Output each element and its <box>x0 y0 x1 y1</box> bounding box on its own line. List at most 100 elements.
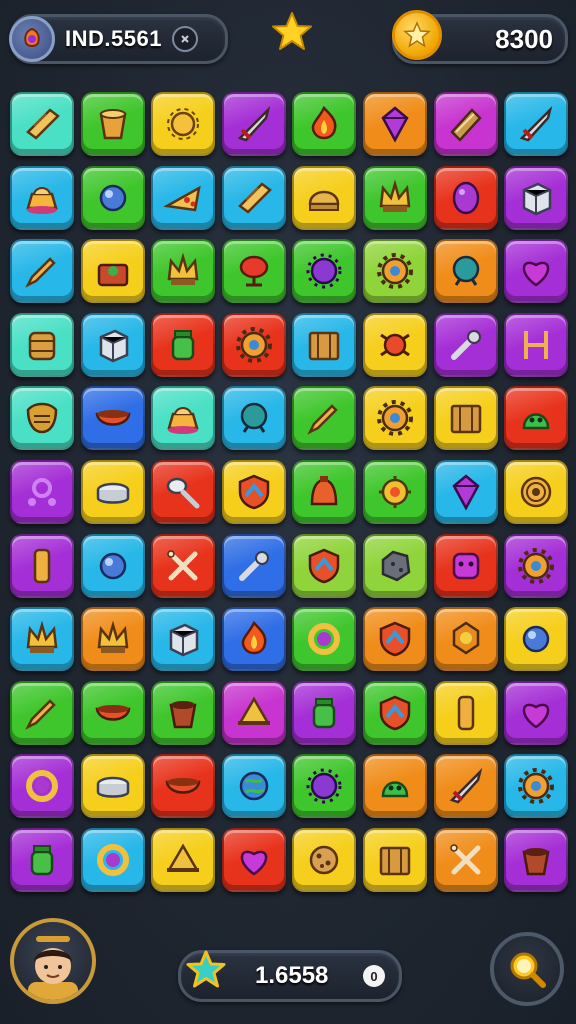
board-tile[interactable] <box>10 92 74 156</box>
board-tile[interactable] <box>151 459 216 524</box>
board-tile[interactable] <box>151 680 216 745</box>
board-tile[interactable] <box>10 680 74 745</box>
board-tile[interactable] <box>80 754 145 819</box>
board-tile[interactable] <box>362 459 427 524</box>
board-tile[interactable] <box>151 92 216 156</box>
board-tile[interactable] <box>151 312 216 377</box>
board-tile[interactable] <box>362 827 427 892</box>
board-tile[interactable] <box>80 312 145 377</box>
search-button[interactable] <box>490 932 564 1006</box>
board-tile[interactable] <box>151 239 216 304</box>
board-tile[interactable] <box>362 165 427 230</box>
board-tile[interactable] <box>433 607 498 672</box>
board-tile[interactable] <box>362 533 427 598</box>
board-tile[interactable] <box>80 680 145 745</box>
board-tile[interactable] <box>362 92 427 156</box>
board-tile[interactable] <box>80 386 145 451</box>
board-tile[interactable] <box>221 533 286 598</box>
board-tile[interactable] <box>292 239 357 304</box>
board-tile[interactable] <box>504 165 569 230</box>
board-tile[interactable] <box>80 239 145 304</box>
board-tile[interactable] <box>504 533 569 598</box>
board-tile[interactable] <box>292 827 357 892</box>
board-tile[interactable] <box>433 312 498 377</box>
board-tile[interactable] <box>504 92 569 156</box>
board-tile[interactable] <box>433 680 498 745</box>
gem-icon <box>451 474 480 511</box>
board-tile[interactable] <box>362 239 427 304</box>
board-tile[interactable] <box>433 459 498 524</box>
board-tile[interactable] <box>151 754 216 819</box>
board-tile[interactable] <box>221 92 286 156</box>
bucket-icon <box>99 109 127 140</box>
board-tile[interactable] <box>221 386 286 451</box>
sword-icon <box>519 105 553 142</box>
board-tile[interactable] <box>151 386 216 451</box>
board-tile[interactable] <box>221 827 286 892</box>
board-tile[interactable] <box>362 754 427 819</box>
board-tile[interactable] <box>292 459 357 524</box>
board-tile[interactable] <box>221 754 286 819</box>
board-tile[interactable] <box>80 165 145 230</box>
board-tile[interactable] <box>292 533 357 598</box>
board-tile[interactable] <box>292 165 357 230</box>
board-tile[interactable] <box>151 165 216 230</box>
board-tile[interactable] <box>433 386 498 451</box>
board-tile[interactable] <box>10 607 74 672</box>
board-tile[interactable] <box>151 827 216 892</box>
board-tile[interactable] <box>10 459 74 524</box>
board-tile[interactable] <box>10 165 74 230</box>
score-badge[interactable]: 0 <box>363 965 385 987</box>
board-tile[interactable] <box>433 92 498 156</box>
board-tile[interactable] <box>80 533 145 598</box>
crown-icon <box>97 620 128 654</box>
board-tile[interactable] <box>504 680 569 745</box>
board-tile[interactable] <box>221 165 286 230</box>
board-tile[interactable] <box>10 827 74 892</box>
crown-icon <box>379 179 411 212</box>
board-tile[interactable] <box>80 92 145 156</box>
board-tile[interactable] <box>504 827 569 892</box>
board-tile[interactable] <box>151 607 216 672</box>
player-avatar[interactable] <box>10 918 96 1004</box>
board-tile[interactable] <box>10 312 74 377</box>
board-tile[interactable] <box>221 459 286 524</box>
board-tile[interactable] <box>80 607 145 672</box>
board-tile[interactable] <box>362 607 427 672</box>
swirl-icon <box>28 477 56 506</box>
board-tile[interactable] <box>504 607 569 672</box>
board-tile[interactable] <box>10 386 74 451</box>
board-tile[interactable] <box>433 165 498 230</box>
board-tile[interactable] <box>504 754 569 819</box>
board-tile[interactable] <box>362 680 427 745</box>
board-tile[interactable] <box>221 239 286 304</box>
info-icon[interactable] <box>171 26 198 52</box>
player-id-panel[interactable]: IND.5561 <box>9 14 228 64</box>
board-tile[interactable] <box>292 754 357 819</box>
board-tile[interactable] <box>10 754 74 819</box>
board-tile[interactable] <box>362 386 427 451</box>
board-tile[interactable] <box>292 607 357 672</box>
board-tile[interactable] <box>433 827 498 892</box>
board-tile[interactable] <box>221 312 286 377</box>
board-tile[interactable] <box>292 92 357 156</box>
board-tile[interactable] <box>221 680 286 745</box>
board-tile[interactable] <box>433 239 498 304</box>
board-tile[interactable] <box>151 533 216 598</box>
board-tile[interactable] <box>10 533 74 598</box>
box-icon <box>169 623 199 657</box>
board-tile[interactable] <box>433 533 498 598</box>
board-tile[interactable] <box>80 459 145 524</box>
board-tile[interactable] <box>221 607 286 672</box>
board-tile[interactable] <box>504 239 569 304</box>
board-tile[interactable] <box>504 312 569 377</box>
board-tile[interactable] <box>10 239 74 304</box>
board-tile[interactable] <box>504 386 569 451</box>
board-tile[interactable] <box>292 312 357 377</box>
board-tile[interactable] <box>292 680 357 745</box>
board-tile[interactable] <box>362 312 427 377</box>
board-tile[interactable] <box>292 386 357 451</box>
board-tile[interactable] <box>504 459 569 524</box>
board-tile[interactable] <box>433 754 498 819</box>
board-tile[interactable] <box>80 827 145 892</box>
